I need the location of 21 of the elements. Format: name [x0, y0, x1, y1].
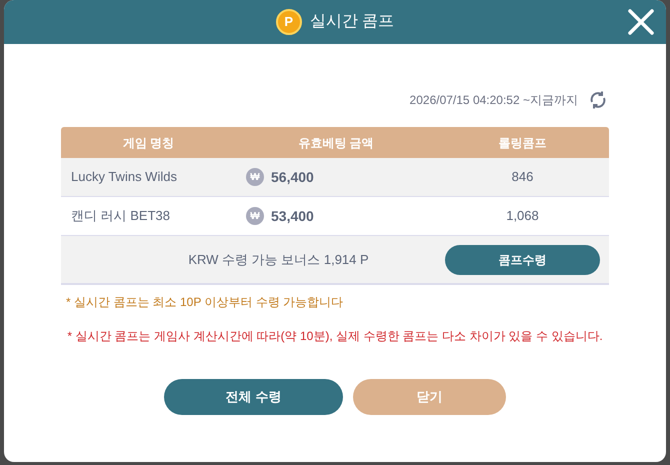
coin-icon: P	[276, 9, 302, 35]
table-cell-text: 56,400	[271, 168, 314, 186]
table-cell-text: 53,400	[271, 206, 314, 226]
bonus-text: KRW 수령 가능 보너스 1,914 P	[187, 250, 370, 269]
won-icon: ₩	[246, 168, 264, 186]
won-icon: ₩	[246, 207, 264, 225]
claim-comp-button[interactable]: 콤프수령	[445, 244, 600, 274]
notice-text: * 실시간 콤프는 최소 10P 이상부터 수령 가능합니다	[65, 294, 344, 311]
dialog-title: 실시간 콤프	[310, 12, 394, 32]
column-header: 롤링콤프	[498, 134, 548, 152]
table-cell-text: 캔디 러시 BET38	[70, 207, 171, 226]
table-cell-text: 846	[510, 168, 534, 186]
table-cell-text: Lucky Twins Wilds	[70, 168, 178, 186]
claim-all-button[interactable]: 전체 수령	[164, 379, 343, 415]
period-text: 2026/07/15 04:20:52 ~지금까지	[410, 92, 578, 109]
column-header: 게임 명칭	[122, 134, 176, 152]
table-cell-text: 1,068	[505, 207, 540, 226]
refresh-icon[interactable]	[588, 90, 608, 110]
notice-text: * 실시간 콤프는 게임사 계산시간에 따라(약 10분), 실제 수령한 콤프는 다소 차이가 있을 수 있습니다.	[66, 328, 604, 345]
column-header: 유효베팅 금액	[297, 134, 375, 152]
close-icon[interactable]	[628, 9, 654, 35]
